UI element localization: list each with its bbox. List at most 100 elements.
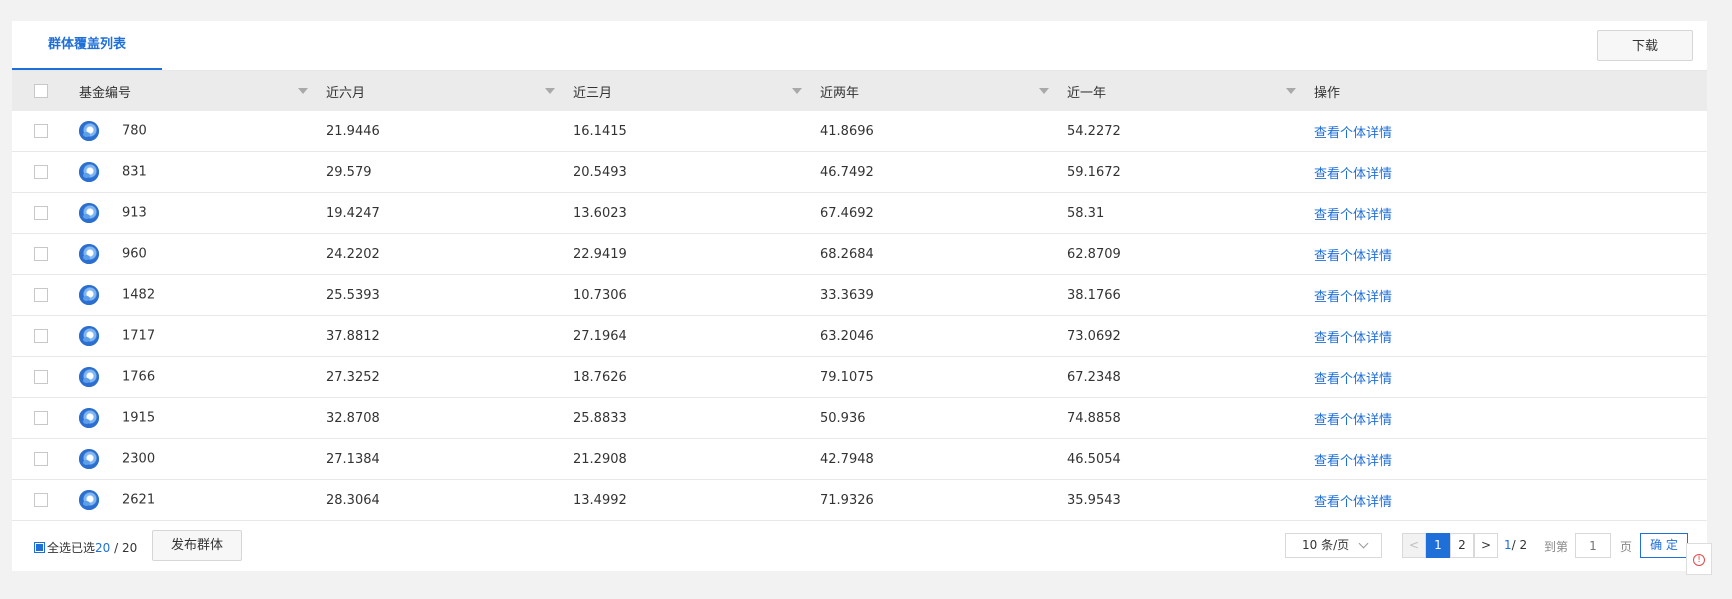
- cell-2y: 63.2046: [820, 315, 1067, 357]
- column-header-label: 近六月: [326, 85, 366, 101]
- fund-id-cell: 913: [79, 192, 326, 234]
- page-1-button[interactable]: 1: [1426, 533, 1450, 558]
- fund-id: 2621: [122, 492, 156, 508]
- cell-3m: 21.2908: [573, 438, 820, 480]
- cell-1y: 62.8709: [1067, 233, 1314, 275]
- fund-id-cell: 960: [79, 233, 326, 275]
- cell-2y: 68.2684: [820, 233, 1067, 275]
- row-checkbox[interactable]: [34, 452, 48, 466]
- row-checkbox[interactable]: [34, 493, 48, 507]
- column-header-fund-id[interactable]: 基金编号: [79, 71, 326, 111]
- page-size-select[interactable]: 10 条/页: [1285, 533, 1382, 558]
- page-size-value: 10 条/页: [1302, 538, 1350, 552]
- row-checkbox[interactable]: [34, 247, 48, 261]
- sort-caret-icon[interactable]: [1039, 88, 1049, 94]
- cell-2y: 79.1075: [820, 356, 1067, 398]
- sort-caret-icon[interactable]: [545, 88, 555, 94]
- action-cell: 查看个体详情: [1314, 274, 1707, 316]
- view-detail-link[interactable]: 查看个体详情: [1314, 454, 1392, 469]
- header-select-all-checkbox[interactable]: [34, 84, 48, 98]
- select-all-checkbox[interactable]: [34, 542, 45, 553]
- view-detail-link[interactable]: 查看个体详情: [1314, 290, 1392, 305]
- row-select-cell: [12, 315, 79, 357]
- row-checkbox[interactable]: [34, 288, 48, 302]
- row-select-cell: [12, 151, 79, 193]
- row-checkbox[interactable]: [34, 206, 48, 220]
- fund-id: 831: [122, 164, 147, 180]
- row-select-cell: [12, 438, 79, 480]
- column-header-3m[interactable]: 近三月: [573, 71, 820, 111]
- next-page-button[interactable]: >: [1474, 533, 1498, 558]
- column-header-label: 近三月: [573, 85, 613, 101]
- row-checkbox[interactable]: [34, 370, 48, 384]
- goto-page-input[interactable]: [1575, 533, 1611, 558]
- table-row: 1766 27.3252 18.7626 79.1075 67.2348 查看个体详情: [12, 356, 1707, 398]
- fund-logo-icon: [79, 285, 99, 305]
- sort-caret-icon[interactable]: [792, 88, 802, 94]
- row-select-cell: [12, 192, 79, 234]
- cell-2y: 50.936: [820, 397, 1067, 439]
- cell-2y: 41.8696: [820, 111, 1067, 152]
- fund-logo-icon: [79, 408, 99, 428]
- column-header-label: 操作: [1314, 85, 1341, 101]
- floating-help-button[interactable]: !: [1686, 543, 1712, 575]
- cell-6m: 32.8708: [326, 397, 573, 439]
- cell-3m: 25.8833: [573, 397, 820, 439]
- table-footer: 全选已选20 / 20 发布群体 10 条/页 < 1 2 > 1/ 2 到第 …: [12, 521, 1707, 571]
- table-header-row: 基金编号 近六月 近三月 近两年 近一年 操作: [12, 71, 1707, 111]
- cell-3m: 10.7306: [573, 274, 820, 316]
- cell-3m: 22.9419: [573, 233, 820, 275]
- fund-logo-icon: [79, 449, 99, 469]
- view-detail-link[interactable]: 查看个体详情: [1314, 126, 1392, 141]
- cell-1y: 74.8858: [1067, 397, 1314, 439]
- fund-id-cell: 1915: [79, 397, 326, 439]
- publish-group-button[interactable]: 发布群体: [152, 530, 242, 561]
- cell-1y: 59.1672: [1067, 151, 1314, 193]
- cell-2y: 33.3639: [820, 274, 1067, 316]
- column-header-1y[interactable]: 近一年: [1067, 71, 1314, 111]
- view-detail-link[interactable]: 查看个体详情: [1314, 208, 1392, 223]
- current-page: 1: [1504, 538, 1512, 552]
- table-row: 960 24.2202 22.9419 68.2684 62.8709 查看个体详情: [12, 233, 1707, 275]
- view-detail-link[interactable]: 查看个体详情: [1314, 372, 1392, 387]
- row-checkbox[interactable]: [34, 329, 48, 343]
- sort-caret-icon[interactable]: [298, 88, 308, 94]
- fund-id: 2300: [122, 451, 156, 467]
- view-detail-link[interactable]: 查看个体详情: [1314, 495, 1392, 510]
- cell-6m: 19.4247: [326, 192, 573, 234]
- cell-6m: 24.2202: [326, 233, 573, 275]
- view-detail-link[interactable]: 查看个体详情: [1314, 331, 1392, 346]
- cell-1y: 67.2348: [1067, 356, 1314, 398]
- page-2-button[interactable]: 2: [1450, 533, 1474, 558]
- fund-id: 1766: [122, 369, 156, 385]
- fund-logo-icon: [79, 244, 99, 264]
- fund-id: 1915: [122, 410, 156, 426]
- cell-3m: 13.4992: [573, 479, 820, 521]
- prev-page-button[interactable]: <: [1402, 533, 1426, 558]
- fund-id-cell: 1766: [79, 356, 326, 398]
- view-detail-link[interactable]: 查看个体详情: [1314, 249, 1392, 264]
- sort-caret-icon[interactable]: [1286, 88, 1296, 94]
- column-header-6m[interactable]: 近六月: [326, 71, 573, 111]
- cell-3m: 27.1964: [573, 315, 820, 357]
- cell-1y: 54.2272: [1067, 111, 1314, 152]
- row-checkbox[interactable]: [34, 165, 48, 179]
- cell-6m: 27.3252: [326, 356, 573, 398]
- fund-id-cell: 1482: [79, 274, 326, 316]
- row-select-cell: [12, 111, 79, 152]
- row-checkbox[interactable]: [34, 124, 48, 138]
- view-detail-link[interactable]: 查看个体详情: [1314, 167, 1392, 182]
- view-detail-link[interactable]: 查看个体详情: [1314, 413, 1392, 428]
- fund-id-cell: 2621: [79, 479, 326, 521]
- select-all-summary[interactable]: 全选已选20 / 20: [34, 539, 137, 556]
- fund-id: 1717: [122, 328, 156, 344]
- action-cell: 查看个体详情: [1314, 479, 1707, 521]
- row-checkbox[interactable]: [34, 411, 48, 425]
- download-button[interactable]: 下载: [1597, 30, 1693, 61]
- confirm-goto-button[interactable]: 确 定: [1640, 533, 1688, 558]
- table-row: 1482 25.5393 10.7306 33.3639 38.1766 查看个体详情: [12, 274, 1707, 316]
- tab-group-coverage-list[interactable]: 群体覆盖列表: [12, 21, 162, 70]
- table-body: 780 21.9446 16.1415 41.8696 54.2272 查看个体详情 831…: [12, 111, 1707, 521]
- selected-count: 20: [95, 541, 111, 555]
- column-header-2y[interactable]: 近两年: [820, 71, 1067, 111]
